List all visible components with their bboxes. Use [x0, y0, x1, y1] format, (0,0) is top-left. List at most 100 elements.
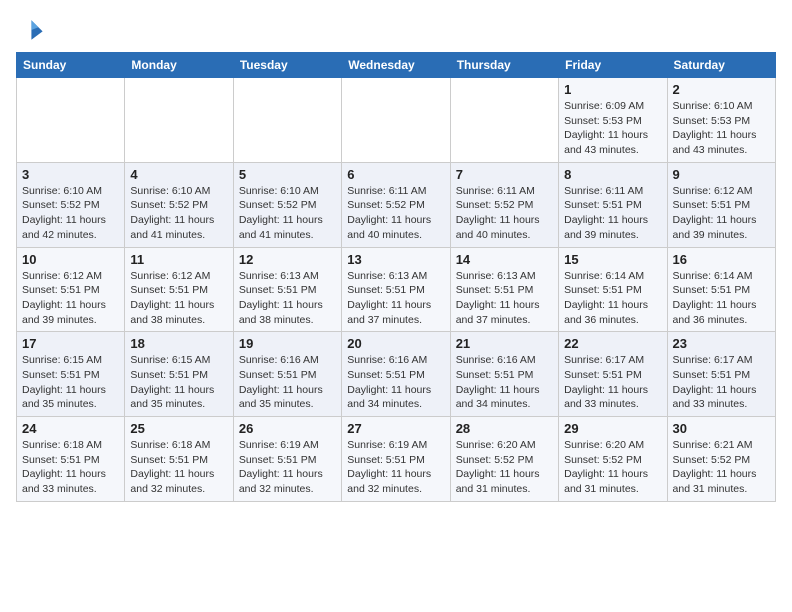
calendar-day-cell: 30 Sunrise: 6:21 AM Sunset: 5:52 PM Dayli…: [667, 417, 775, 502]
calendar-week-row: 3Sunrise: 6:10 AM Sunset: 5:52 PM Daylig…: [17, 162, 776, 247]
day-number: 17: [22, 336, 119, 351]
calendar-day-cell: 4 Sunrise: 6:10 AM Sunset: 5:52 PM Daylig…: [125, 162, 233, 247]
day-info: Sunrise: 6:13 AM Sunset: 5:51 PM Dayligh…: [239, 269, 336, 328]
calendar-day-cell: 22 Sunrise: 6:17 AM Sunset: 5:51 PM Dayli…: [559, 332, 667, 417]
day-number: 9: [673, 167, 770, 182]
calendar-day-cell: 24Sunrise: 6:18 AM Sunset: 5:51 PM Dayli…: [17, 417, 125, 502]
calendar-day-cell: 23 Sunrise: 6:17 AM Sunset: 5:51 PM Dayli…: [667, 332, 775, 417]
calendar-day-cell: 20 Sunrise: 6:16 AM Sunset: 5:51 PM Dayli…: [342, 332, 450, 417]
calendar-day-header: Saturday: [667, 53, 775, 78]
calendar-day-cell: 2Sunrise: 6:10 AM Sunset: 5:53 PM Daylig…: [667, 78, 775, 163]
day-info: Sunrise: 6:10 AM Sunset: 5:53 PM Dayligh…: [673, 99, 770, 158]
day-info: Sunrise: 6:12 AM Sunset: 5:51 PM Dayligh…: [22, 269, 119, 328]
calendar-day-cell: 3Sunrise: 6:10 AM Sunset: 5:52 PM Daylig…: [17, 162, 125, 247]
day-number: 18: [130, 336, 227, 351]
calendar-day-cell: 1Sunrise: 6:09 AM Sunset: 5:53 PM Daylig…: [559, 78, 667, 163]
day-info: Sunrise: 6:09 AM Sunset: 5:53 PM Dayligh…: [564, 99, 661, 158]
calendar-day-cell: 5 Sunrise: 6:10 AM Sunset: 5:52 PM Daylig…: [233, 162, 341, 247]
day-number: 13: [347, 252, 444, 267]
day-info: Sunrise: 6:18 AM Sunset: 5:51 PM Dayligh…: [22, 438, 119, 497]
calendar-day-cell: [17, 78, 125, 163]
day-info: Sunrise: 6:16 AM Sunset: 5:51 PM Dayligh…: [239, 353, 336, 412]
day-info: Sunrise: 6:16 AM Sunset: 5:51 PM Dayligh…: [347, 353, 444, 412]
calendar-day-cell: 25 Sunrise: 6:18 AM Sunset: 5:51 PM Dayli…: [125, 417, 233, 502]
day-number: 21: [456, 336, 553, 351]
day-number: 26: [239, 421, 336, 436]
day-info: Sunrise: 6:19 AM Sunset: 5:51 PM Dayligh…: [347, 438, 444, 497]
day-number: 11: [130, 252, 227, 267]
calendar-header-row: SundayMondayTuesdayWednesdayThursdayFrid…: [17, 53, 776, 78]
day-number: 16: [673, 252, 770, 267]
day-info: Sunrise: 6:16 AM Sunset: 5:51 PM Dayligh…: [456, 353, 553, 412]
calendar-day-cell: 12 Sunrise: 6:13 AM Sunset: 5:51 PM Dayli…: [233, 247, 341, 332]
calendar-day-cell: 10Sunrise: 6:12 AM Sunset: 5:51 PM Dayli…: [17, 247, 125, 332]
day-number: 7: [456, 167, 553, 182]
calendar-day-cell: 16 Sunrise: 6:14 AM Sunset: 5:51 PM Dayli…: [667, 247, 775, 332]
day-number: 25: [130, 421, 227, 436]
day-number: 8: [564, 167, 661, 182]
calendar-table: SundayMondayTuesdayWednesdayThursdayFrid…: [16, 52, 776, 502]
day-info: Sunrise: 6:14 AM Sunset: 5:51 PM Dayligh…: [673, 269, 770, 328]
calendar-day-header: Monday: [125, 53, 233, 78]
day-number: 5: [239, 167, 336, 182]
logo: [16, 16, 48, 44]
day-number: 15: [564, 252, 661, 267]
day-number: 29: [564, 421, 661, 436]
day-info: Sunrise: 6:10 AM Sunset: 5:52 PM Dayligh…: [130, 184, 227, 243]
day-number: 14: [456, 252, 553, 267]
day-number: 28: [456, 421, 553, 436]
calendar-day-cell: 18 Sunrise: 6:15 AM Sunset: 5:51 PM Dayli…: [125, 332, 233, 417]
day-number: 23: [673, 336, 770, 351]
day-info: Sunrise: 6:20 AM Sunset: 5:52 PM Dayligh…: [564, 438, 661, 497]
calendar-day-cell: 19 Sunrise: 6:16 AM Sunset: 5:51 PM Dayli…: [233, 332, 341, 417]
calendar-day-cell: 17 Sunrise: 6:15 AM Sunset: 5:51 PM Dayli…: [17, 332, 125, 417]
calendar-week-row: 24Sunrise: 6:18 AM Sunset: 5:51 PM Dayli…: [17, 417, 776, 502]
calendar-day-header: Thursday: [450, 53, 558, 78]
calendar-week-row: 1Sunrise: 6:09 AM Sunset: 5:53 PM Daylig…: [17, 78, 776, 163]
calendar-day-cell: 9 Sunrise: 6:12 AM Sunset: 5:51 PM Daylig…: [667, 162, 775, 247]
calendar-week-row: 10Sunrise: 6:12 AM Sunset: 5:51 PM Dayli…: [17, 247, 776, 332]
calendar-day-cell: 26Sunrise: 6:19 AM Sunset: 5:51 PM Dayli…: [233, 417, 341, 502]
day-info: Sunrise: 6:11 AM Sunset: 5:52 PM Dayligh…: [347, 184, 444, 243]
calendar-day-cell: 29 Sunrise: 6:20 AM Sunset: 5:52 PM Dayli…: [559, 417, 667, 502]
day-info: Sunrise: 6:15 AM Sunset: 5:51 PM Dayligh…: [22, 353, 119, 412]
calendar-day-cell: [233, 78, 341, 163]
calendar-day-cell: 7 Sunrise: 6:11 AM Sunset: 5:52 PM Daylig…: [450, 162, 558, 247]
day-info: Sunrise: 6:17 AM Sunset: 5:51 PM Dayligh…: [673, 353, 770, 412]
day-info: Sunrise: 6:21 AM Sunset: 5:52 PM Dayligh…: [673, 438, 770, 497]
calendar-day-cell: [125, 78, 233, 163]
calendar-day-cell: [450, 78, 558, 163]
calendar-day-header: Wednesday: [342, 53, 450, 78]
page-header: [16, 16, 776, 44]
day-number: 4: [130, 167, 227, 182]
day-info: Sunrise: 6:10 AM Sunset: 5:52 PM Dayligh…: [239, 184, 336, 243]
day-info: Sunrise: 6:15 AM Sunset: 5:51 PM Dayligh…: [130, 353, 227, 412]
day-info: Sunrise: 6:12 AM Sunset: 5:51 PM Dayligh…: [130, 269, 227, 328]
calendar-day-cell: 15 Sunrise: 6:14 AM Sunset: 5:51 PM Dayli…: [559, 247, 667, 332]
calendar-day-cell: 27Sunrise: 6:19 AM Sunset: 5:51 PM Dayli…: [342, 417, 450, 502]
day-info: Sunrise: 6:11 AM Sunset: 5:51 PM Dayligh…: [564, 184, 661, 243]
day-info: Sunrise: 6:11 AM Sunset: 5:52 PM Dayligh…: [456, 184, 553, 243]
calendar-day-cell: 28 Sunrise: 6:20 AM Sunset: 5:52 PM Dayli…: [450, 417, 558, 502]
calendar-day-header: Tuesday: [233, 53, 341, 78]
day-number: 6: [347, 167, 444, 182]
day-number: 20: [347, 336, 444, 351]
calendar-day-cell: [342, 78, 450, 163]
calendar-day-header: Sunday: [17, 53, 125, 78]
calendar-day-cell: 8 Sunrise: 6:11 AM Sunset: 5:51 PM Daylig…: [559, 162, 667, 247]
day-number: 22: [564, 336, 661, 351]
day-info: Sunrise: 6:12 AM Sunset: 5:51 PM Dayligh…: [673, 184, 770, 243]
day-number: 30: [673, 421, 770, 436]
day-info: Sunrise: 6:17 AM Sunset: 5:51 PM Dayligh…: [564, 353, 661, 412]
day-info: Sunrise: 6:18 AM Sunset: 5:51 PM Dayligh…: [130, 438, 227, 497]
day-number: 19: [239, 336, 336, 351]
calendar-week-row: 17 Sunrise: 6:15 AM Sunset: 5:51 PM Dayli…: [17, 332, 776, 417]
day-info: Sunrise: 6:20 AM Sunset: 5:52 PM Dayligh…: [456, 438, 553, 497]
day-number: 12: [239, 252, 336, 267]
day-info: Sunrise: 6:13 AM Sunset: 5:51 PM Dayligh…: [456, 269, 553, 328]
calendar-day-cell: 6 Sunrise: 6:11 AM Sunset: 5:52 PM Daylig…: [342, 162, 450, 247]
calendar-day-cell: 21 Sunrise: 6:16 AM Sunset: 5:51 PM Dayli…: [450, 332, 558, 417]
day-info: Sunrise: 6:14 AM Sunset: 5:51 PM Dayligh…: [564, 269, 661, 328]
calendar-day-cell: 14 Sunrise: 6:13 AM Sunset: 5:51 PM Dayli…: [450, 247, 558, 332]
day-info: Sunrise: 6:13 AM Sunset: 5:51 PM Dayligh…: [347, 269, 444, 328]
